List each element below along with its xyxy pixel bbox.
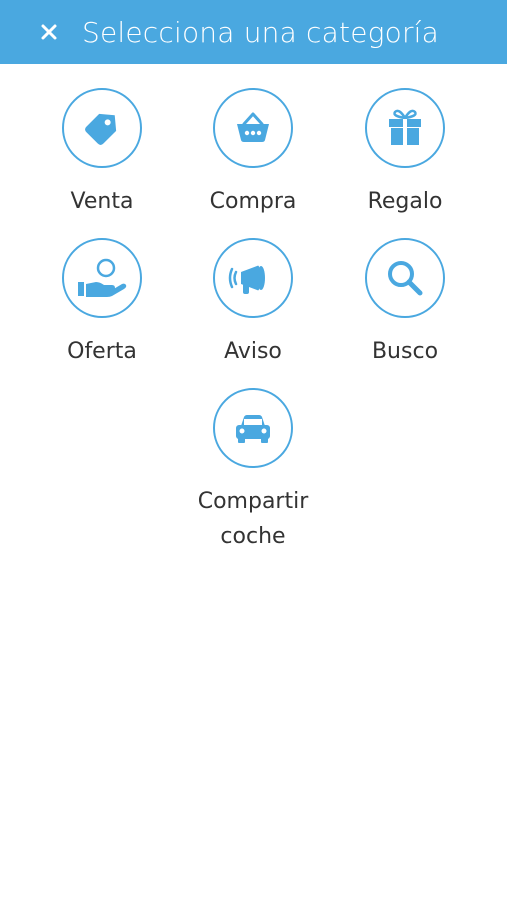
category-aviso[interactable]: Aviso: [177, 238, 329, 369]
category-grid: Venta Compra Regalo Oferta Aviso Busco C…: [0, 0, 507, 900]
category-label: Compartir coche: [197, 489, 309, 549]
category-label: Busco: [371, 339, 439, 364]
category-label: Oferta: [67, 339, 137, 364]
category-label: Regalo: [367, 189, 443, 214]
category-compra[interactable]: Compra: [177, 88, 329, 219]
category-label: Venta: [70, 189, 134, 214]
category-icon-circle: [365, 238, 445, 318]
megaphone-icon: [228, 265, 265, 294]
category-icon-circle: [365, 88, 445, 168]
category-label: Compra: [209, 189, 297, 214]
category-icon-circle: [213, 388, 293, 468]
category-busco[interactable]: Busco: [329, 238, 481, 369]
gift-icon: [389, 109, 421, 145]
tag-icon: [85, 113, 117, 145]
basket-icon: [237, 112, 269, 142]
category-oferta[interactable]: Oferta: [26, 238, 178, 369]
category-venta[interactable]: Venta: [26, 88, 178, 219]
category-icon-circle: [62, 88, 142, 168]
category-label: Aviso: [224, 339, 282, 364]
hand-offer-icon: [78, 258, 127, 297]
search-icon: [388, 261, 423, 296]
category-regalo[interactable]: Regalo: [329, 88, 481, 219]
category-icon-circle: [213, 88, 293, 168]
car-icon: [236, 415, 270, 443]
category-icon-circle: [213, 238, 293, 318]
category-icon-circle: [62, 238, 142, 318]
category-compartir-coche[interactable]: Compartir coche: [177, 388, 329, 554]
